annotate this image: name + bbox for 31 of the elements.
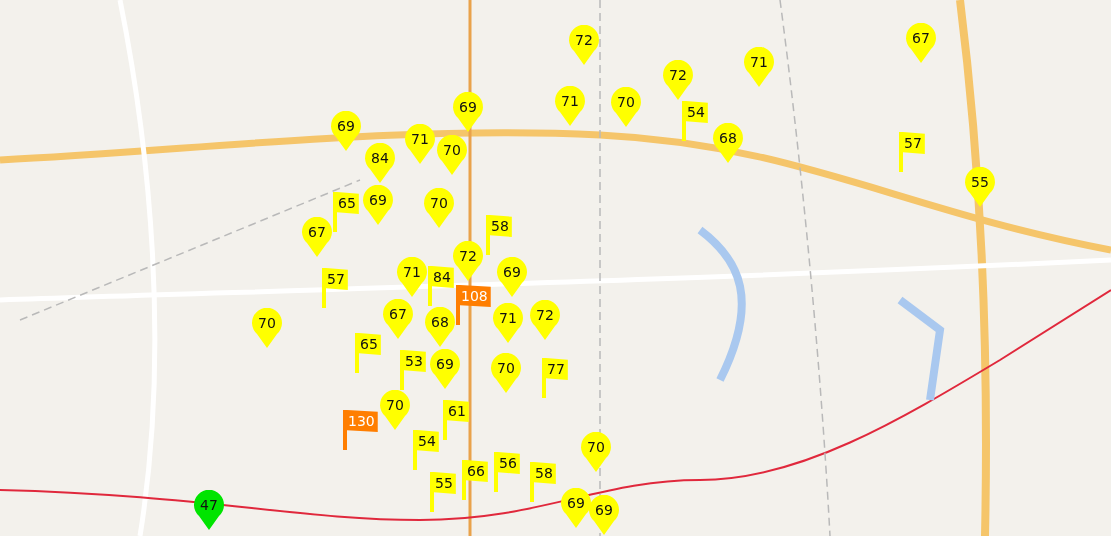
aqi-pin-marker[interactable]: 47: [194, 490, 224, 530]
aqi-pin-marker[interactable]: 69: [497, 257, 527, 297]
aqi-pin-marker[interactable]: 67: [302, 217, 332, 257]
aqi-pin-marker[interactable]: 70: [491, 353, 521, 393]
aqi-pin-marker[interactable]: 55: [965, 167, 995, 207]
aqi-pin-marker[interactable]: 70: [437, 135, 467, 175]
aqi-pin-marker[interactable]: 69: [430, 349, 460, 389]
aqi-pin-marker[interactable]: 70: [581, 432, 611, 472]
aqi-pin-marker[interactable]: 67: [906, 23, 936, 63]
aqi-pin-marker[interactable]: 72: [569, 25, 599, 65]
aqi-pin-marker[interactable]: 69: [331, 111, 361, 151]
aqi-pin-marker[interactable]: 68: [425, 307, 455, 347]
aqi-pin-marker[interactable]: 69: [453, 92, 483, 132]
aqi-pin-marker[interactable]: 70: [424, 188, 454, 228]
aqi-pin-marker[interactable]: 68: [713, 123, 743, 163]
aqi-pin-marker[interactable]: 71: [555, 86, 585, 126]
aqi-pin-marker[interactable]: 69: [589, 495, 619, 535]
aqi-pin-marker[interactable]: 69: [363, 185, 393, 225]
aqi-pin-marker[interactable]: 71: [405, 124, 435, 164]
aqi-pin-marker[interactable]: 67: [383, 299, 413, 339]
aqi-pin-marker[interactable]: 72: [453, 241, 483, 281]
aqi-pin-marker[interactable]: 70: [252, 308, 282, 348]
aqi-pin-marker[interactable]: 72: [663, 60, 693, 100]
aqi-pin-marker[interactable]: 70: [380, 390, 410, 430]
aqi-pin-marker[interactable]: 72: [530, 300, 560, 340]
aqi-pin-marker[interactable]: 71: [493, 303, 523, 343]
aqi-pin-marker[interactable]: 71: [397, 257, 427, 297]
aqi-pin-marker[interactable]: 70: [611, 87, 641, 127]
aqi-pin-marker[interactable]: 84: [365, 143, 395, 183]
aqi-pin-marker[interactable]: 71: [744, 47, 774, 87]
aqi-pin-marker[interactable]: 69: [561, 488, 591, 528]
